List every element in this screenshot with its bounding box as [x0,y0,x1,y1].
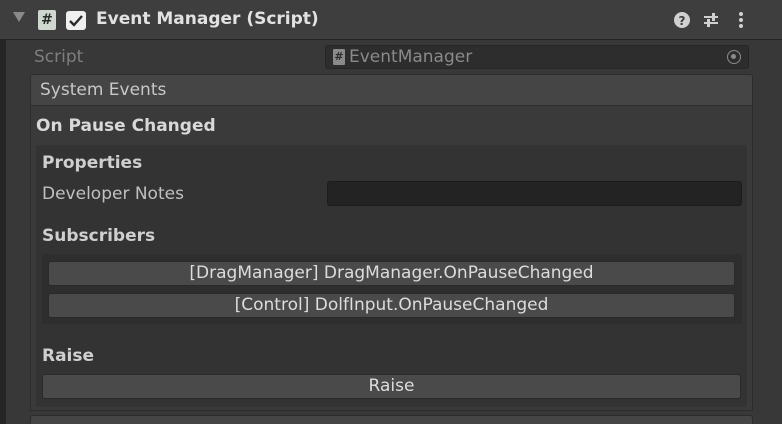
subscriber-button[interactable]: [Control] DolfInput.OnPauseChanged [48,293,735,318]
subscribers-heading: Subscribers [42,226,156,246]
foldout-arrow-icon[interactable] [13,12,25,22]
kebab-menu-icon[interactable] [731,10,751,30]
csharp-script-icon: # [38,10,56,30]
next-foldout-header[interactable] [30,415,753,424]
script-label: Script [34,47,84,67]
preset-icon[interactable] [701,10,721,30]
properties-heading: Properties [42,153,143,173]
component-enabled-checkbox[interactable] [66,11,86,30]
developer-notes-field[interactable] [327,181,742,206]
event-name: On Pause Changed [36,116,216,136]
subscriber-button[interactable]: [DragManager] DragManager.OnPauseChanged [48,261,735,286]
component-title: Event Manager (Script) [96,9,319,29]
object-picker-icon[interactable] [727,50,741,64]
raise-heading: Raise [42,346,95,366]
checkmark-icon [69,15,83,27]
help-icon[interactable]: ? [672,10,692,30]
script-value: EventManager [349,47,473,67]
script-file-icon: # [333,49,345,65]
svg-text:?: ? [679,14,686,28]
system-events-title: System Events [40,80,167,100]
raise-button[interactable]: Raise [42,374,741,399]
developer-notes-label: Developer Notes [42,184,184,204]
